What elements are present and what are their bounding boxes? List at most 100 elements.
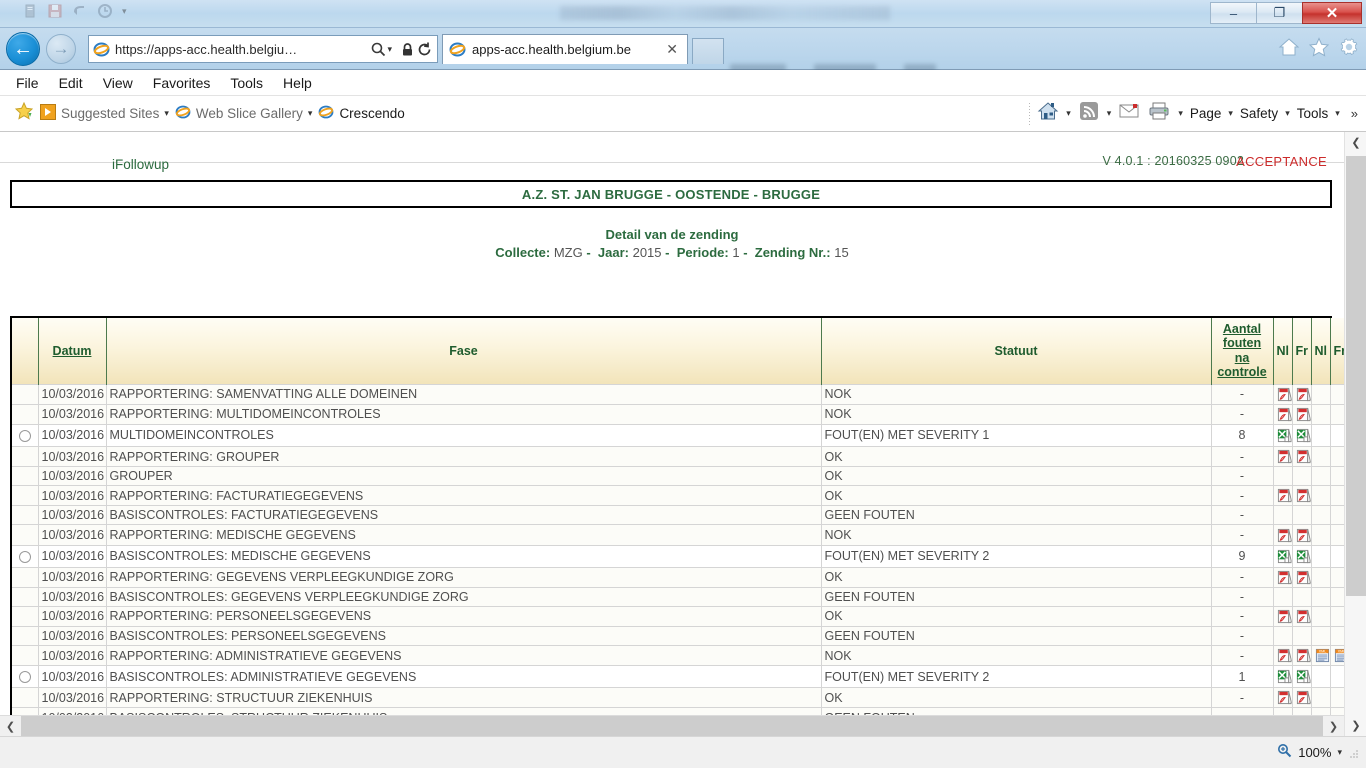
command-page-button[interactable]: Page (1190, 106, 1222, 121)
cell-fr1[interactable] (1292, 403, 1312, 425)
table-row[interactable]: 10/03/2016 RAPPORTERING: MEDISCHE GEGEVEN… (12, 524, 1350, 546)
column-header-aantal-fouten[interactable]: Aantal fouten na controle (1211, 318, 1274, 384)
cell-fr1[interactable] (1292, 383, 1312, 405)
cell-nl1[interactable] (1273, 566, 1293, 588)
favorites-suggested-sites[interactable]: Suggested Sites ▾ (40, 104, 169, 123)
row-select-cell[interactable] (12, 423, 39, 447)
menu-item-edit[interactable]: Edit (59, 75, 83, 91)
cell-nl1[interactable] (1273, 544, 1293, 568)
cell-fr1[interactable] (1292, 544, 1312, 568)
cell-nl1[interactable] (1273, 423, 1293, 447)
favorites-web-slice-gallery[interactable]: Web Slice Gallery ▾ (175, 104, 313, 123)
cell-nl1[interactable] (1273, 644, 1293, 666)
table-row[interactable]: 10/03/2016 BASISCONTROLES: ADMINISTRATIEV… (12, 665, 1350, 688)
cell-nl1[interactable] (1273, 485, 1293, 506)
address-input[interactable]: https://apps-acc.health.belgiu… (115, 42, 370, 57)
page-vertical-scrollbar[interactable]: ❮ ❯ (1344, 132, 1366, 736)
pdf-download-icon[interactable] (1277, 527, 1291, 542)
excel-download-icon[interactable] (1296, 428, 1310, 443)
cell-nl1[interactable] (1273, 665, 1293, 688)
zoom-level-label[interactable]: 100% (1298, 745, 1331, 760)
menu-item-file[interactable]: File (16, 75, 39, 91)
save-icon[interactable] (47, 3, 63, 19)
back-button[interactable]: ← (6, 32, 40, 66)
pdf-download-icon[interactable] (1277, 407, 1291, 421)
zoom-chevron-down-icon[interactable]: ▾ (1337, 747, 1342, 758)
favorites-crescendo[interactable]: Crescendo (318, 104, 405, 123)
table-row[interactable]: 10/03/2016 BASISCONTROLES: GEGEVENS VERPL… (12, 586, 1350, 607)
row-radio-button[interactable] (18, 430, 31, 443)
page-horizontal-scrollbar[interactable]: ❮ ❯ (0, 715, 1344, 736)
cell-nl1[interactable] (1273, 524, 1293, 546)
cell-fr1[interactable] (1292, 524, 1312, 546)
cell-nl1[interactable] (1273, 383, 1293, 405)
command-safety-button[interactable]: Safety (1240, 106, 1278, 121)
row-select-cell[interactable] (12, 544, 39, 568)
forward-button[interactable]: → (46, 34, 76, 64)
document-icon[interactable] (22, 3, 38, 19)
excel-download-icon[interactable] (1296, 669, 1310, 684)
cell-fr1[interactable] (1292, 485, 1312, 506)
chevron-down-icon[interactable]: ▾ (308, 108, 313, 119)
cell-fr1[interactable] (1292, 644, 1312, 666)
gear-icon[interactable] (1338, 36, 1360, 58)
cell-nl1[interactable] (1273, 605, 1293, 627)
table-row[interactable]: 10/03/2016 RAPPORTERING: MULTIDOMEINCONTR… (12, 403, 1350, 425)
home-chevron-down-icon[interactable]: ▾ (1066, 108, 1071, 119)
table-row[interactable]: 10/03/2016 RAPPORTERING: ADMINISTRATIEVE … (12, 644, 1350, 666)
pdf-download-icon[interactable] (1296, 387, 1310, 401)
favorites-star-icon[interactable] (1308, 36, 1330, 58)
pdf-download-icon[interactable] (1296, 570, 1310, 584)
cell-fr1[interactable] (1292, 687, 1312, 708)
safety-chevron-down-icon[interactable]: ▾ (1285, 108, 1290, 119)
pdf-download-icon[interactable] (1277, 488, 1291, 503)
pdf-download-icon[interactable] (1277, 449, 1291, 464)
print-chevron-down-icon[interactable]: ▾ (1178, 108, 1183, 119)
undo-icon[interactable] (72, 3, 88, 19)
tools-chevron-down-icon[interactable]: ▾ (1335, 108, 1340, 119)
lock-icon[interactable] (399, 41, 416, 58)
table-row[interactable]: 10/03/2016 RAPPORTERING: GROUPER OK - (12, 445, 1350, 467)
feeds-rss-icon[interactable] (1078, 101, 1100, 126)
restore-button[interactable]: ❐ (1256, 2, 1303, 24)
new-tab-button[interactable] (692, 38, 724, 64)
cell-fr1[interactable] (1292, 665, 1312, 688)
pdf-download-icon[interactable] (1296, 527, 1310, 542)
zoom-magnifier-icon[interactable] (1277, 743, 1292, 763)
close-button[interactable]: ✕ (1302, 2, 1362, 24)
xml-download-icon[interactable]: XML (1315, 648, 1330, 663)
menu-item-favorites[interactable]: Favorites (153, 75, 211, 91)
cell-fr1[interactable] (1292, 423, 1312, 447)
pdf-download-icon[interactable] (1296, 690, 1310, 705)
scroll-up-icon[interactable]: ❮ (1345, 132, 1366, 153)
table-row[interactable]: 10/03/2016 RAPPORTERING: FACTURATIEGEGEVE… (12, 485, 1350, 506)
excel-download-icon[interactable] (1277, 548, 1291, 563)
horizontal-scroll-thumb[interactable] (21, 716, 1323, 736)
cell-nl1[interactable] (1273, 445, 1293, 467)
refresh-icon[interactable] (416, 41, 433, 58)
feeds-chevron-down-icon[interactable]: ▾ (1107, 108, 1112, 119)
pdf-download-icon[interactable] (1277, 570, 1291, 584)
table-row[interactable]: 10/03/2016 RAPPORTERING: GEGEVENS VERPLEE… (12, 566, 1350, 588)
print-icon[interactable] (1147, 101, 1171, 126)
pdf-download-icon[interactable] (1277, 387, 1291, 401)
qat-chevron-down-icon[interactable]: ▾ (122, 6, 127, 17)
column-header-datum[interactable]: Datum (38, 318, 107, 384)
home-icon[interactable] (1278, 36, 1300, 58)
scroll-left-icon[interactable]: ❮ (0, 716, 21, 736)
table-row[interactable]: 10/03/2016 RAPPORTERING: PERSONEELSGEGEVE… (12, 605, 1350, 627)
redo-icon[interactable] (97, 3, 113, 19)
pdf-download-icon[interactable] (1296, 609, 1310, 623)
cell-nl1[interactable] (1273, 403, 1293, 425)
resize-grip-icon[interactable] (1348, 747, 1360, 759)
table-row[interactable]: 10/03/2016 BASISCONTROLES: PERSONEELSGEGE… (12, 625, 1350, 646)
cell-fr1[interactable] (1292, 445, 1312, 467)
scroll-down-icon[interactable]: ❯ (1345, 715, 1366, 736)
cell-fr1[interactable] (1292, 605, 1312, 627)
table-row[interactable]: 10/03/2016 BASISCONTROLES: FACTURATIEGEGE… (12, 505, 1350, 525)
pdf-download-icon[interactable] (1277, 690, 1291, 705)
menu-item-tools[interactable]: Tools (230, 75, 263, 91)
toolbar-overflow-icon[interactable]: » (1347, 106, 1358, 121)
home-page-icon[interactable] (1037, 101, 1059, 126)
search-chevron-down-icon[interactable]: ▾ (387, 44, 392, 55)
